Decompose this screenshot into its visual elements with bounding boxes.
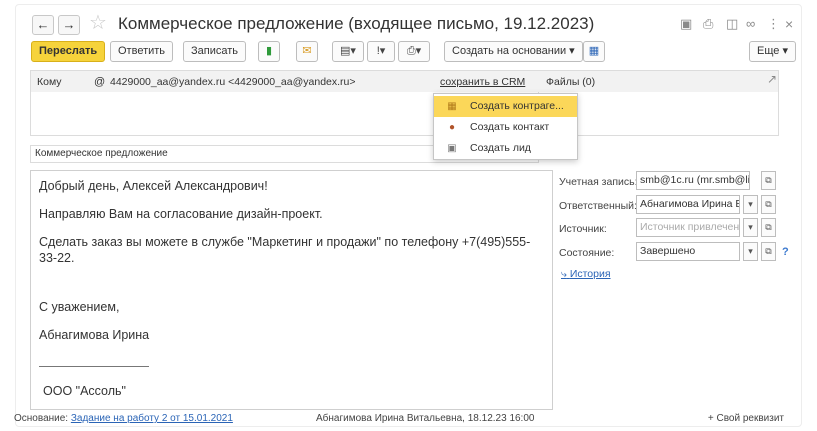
responsible-open-icon[interactable]: ⧉ bbox=[761, 195, 776, 214]
responsible-field[interactable]: Абнагимова Ирина Ви bbox=[636, 195, 740, 214]
more-menu-icon[interactable]: ⋮ bbox=[767, 16, 780, 32]
at-icon: @ bbox=[94, 76, 106, 88]
forward-button[interactable]: Переслать bbox=[31, 41, 106, 62]
body-text-2: Сделать заказ вы можете в службе "Маркет… bbox=[39, 235, 531, 249]
toolbar: Переслать Ответить Записать ▮ ✉ ▤▾ !▾ ⎙▾… bbox=[16, 41, 801, 65]
responsible-label: Ответственный: bbox=[559, 200, 637, 212]
close-icon[interactable]: × bbox=[785, 16, 793, 32]
attachment-icon[interactable]: ▮ bbox=[258, 41, 280, 62]
window-title: Коммерческое предложение (входящее письм… bbox=[118, 14, 595, 33]
body-company: ООО "Ассоль" bbox=[43, 384, 126, 398]
body-regards: С уважением, bbox=[39, 300, 120, 314]
basis-link[interactable]: Задание на работу 2 от 15.01.2021 bbox=[71, 413, 233, 424]
importance-menu-icon[interactable]: !▾ bbox=[367, 41, 395, 62]
chat-icon: ▣ bbox=[447, 143, 457, 154]
create-based-on-button[interactable]: Создать на основании ▾ bbox=[444, 41, 583, 62]
history-icon: ⤷ bbox=[561, 268, 567, 280]
print-icon[interactable]: ⎙ bbox=[703, 16, 713, 32]
source-field[interactable]: Источник привлечения bbox=[636, 218, 740, 237]
dd-create-contact[interactable]: ● Создать контакт bbox=[434, 117, 577, 138]
dd-create-counterparty[interactable]: ▦ Создать контраге... bbox=[434, 96, 577, 117]
dd-create-lead[interactable]: ▣ Создать лид bbox=[434, 138, 577, 159]
document-menu-icon[interactable]: ▤▾ bbox=[332, 41, 364, 62]
structure-icon[interactable]: ▦ bbox=[583, 41, 605, 62]
dd-create-counterparty-label: Создать контраге... bbox=[470, 100, 564, 112]
title-bar: ← → ☆ Коммерческое предложение (входящее… bbox=[16, 5, 801, 41]
message-body[interactable]: Добрый день, Алексей Александрович! Напр… bbox=[30, 170, 553, 410]
forward-nav-button[interactable]: → bbox=[58, 15, 80, 35]
envelope-icon[interactable]: ✉ bbox=[296, 41, 318, 62]
save-button[interactable]: Записать bbox=[183, 41, 247, 62]
body-text-3: 33-22. bbox=[39, 251, 75, 265]
document-window: ← → ☆ Коммерческое предложение (входящее… bbox=[15, 4, 802, 427]
source-open-icon[interactable]: ⧉ bbox=[761, 218, 776, 237]
more-label: Еще bbox=[757, 45, 780, 57]
body-signature-name: Абнагимова Ирина bbox=[39, 328, 150, 342]
responsible-dropdown-icon[interactable]: ▾ bbox=[743, 195, 758, 214]
source-dropdown-icon[interactable]: ▾ bbox=[743, 218, 758, 237]
dd-create-lead-label: Создать лид bbox=[470, 142, 531, 154]
link-icon[interactable]: ∞ bbox=[746, 16, 755, 32]
back-button[interactable]: ← bbox=[32, 15, 54, 35]
favorite-star-icon[interactable]: ☆ bbox=[89, 12, 107, 34]
add-file-icon[interactable]: ↗ bbox=[767, 71, 777, 87]
body-text-1: Направляю Вам на согласование дизайн-про… bbox=[39, 207, 323, 221]
account-field[interactable]: smb@1c.ru (mr.smb@list. bbox=[636, 171, 750, 190]
to-value[interactable]: 4429000_aa@yandex.ru <4429000_aa@yandex.… bbox=[110, 76, 356, 88]
building-icon: ▦ bbox=[447, 101, 457, 112]
account-open-icon[interactable]: ⧉ bbox=[761, 171, 776, 190]
dd-create-contact-label: Создать контакт bbox=[470, 121, 550, 133]
body-greeting: Добрый день, Алексей Александрович! bbox=[39, 179, 268, 193]
to-label: Кому bbox=[37, 76, 62, 88]
history-link[interactable]: ⤷ История bbox=[561, 268, 611, 281]
footer: Основание: Задание на работу 2 от 15.01.… bbox=[14, 413, 784, 424]
own-requisite-link[interactable]: + Свой реквизит bbox=[708, 413, 784, 424]
save-icon[interactable]: ▣ bbox=[680, 16, 692, 32]
preview-icon[interactable]: ◫ bbox=[726, 16, 738, 32]
person-icon: ● bbox=[448, 122, 456, 133]
header-row: Кому @ 4429000_aa@yandex.ru <4429000_aa@… bbox=[30, 70, 779, 93]
basis-label: Основание: bbox=[14, 413, 69, 424]
print-menu-icon[interactable]: ⎙▾ bbox=[398, 41, 430, 62]
state-label: Состояние: bbox=[559, 247, 615, 259]
files-label[interactable]: Файлы (0) bbox=[546, 76, 595, 88]
help-icon[interactable]: ? bbox=[782, 246, 789, 258]
more-button[interactable]: Еще ▾ bbox=[749, 41, 796, 62]
state-open-icon[interactable]: ⧉ bbox=[761, 242, 776, 261]
save-crm-dropdown: ▦ Создать контраге... ● Создать контакт … bbox=[433, 93, 578, 160]
history-label: История bbox=[569, 268, 611, 280]
reply-button[interactable]: Ответить bbox=[110, 41, 174, 62]
signature-separator bbox=[39, 366, 149, 367]
state-dropdown-icon[interactable]: ▾ bbox=[743, 242, 758, 261]
account-label: Учетная запись: bbox=[559, 176, 638, 188]
state-field[interactable]: Завершено bbox=[636, 242, 740, 261]
save-crm-link[interactable]: сохранить в CRM bbox=[440, 76, 525, 88]
create-based-on-label: Создать на основании bbox=[452, 45, 567, 57]
author-info: Абнагимова Ирина Витальевна, 18.12.23 16… bbox=[316, 413, 535, 424]
source-label: Источник: bbox=[559, 223, 607, 235]
